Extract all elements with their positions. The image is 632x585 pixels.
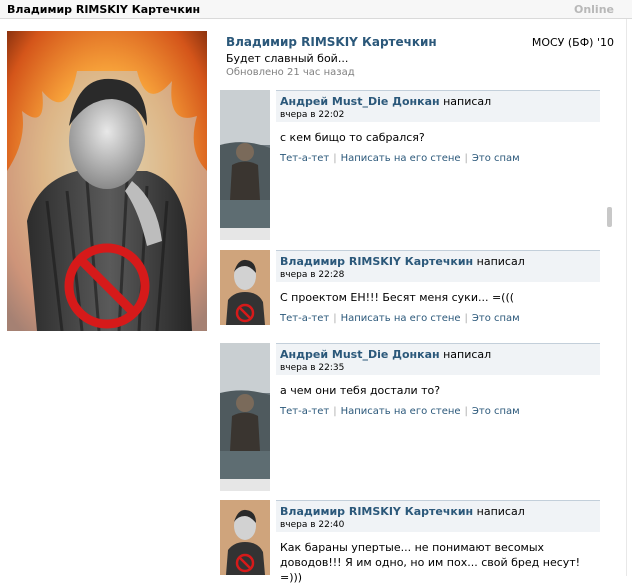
spam-link[interactable]: Это спам	[472, 313, 520, 324]
tete-a-tete-link[interactable]: Тет-а-тет	[280, 406, 329, 417]
post-author[interactable]: Владимир RIMSKIY Картечкин	[280, 505, 473, 518]
profile-name[interactable]: Владимир RIMSKIY Картечкин	[226, 35, 437, 49]
post-wrote: написал	[443, 95, 492, 108]
status-updated-time: Обновлено 21 час назад	[226, 67, 355, 78]
post-meta: Владимир RIMSKIY Картечкин написал вчера…	[276, 500, 600, 532]
post-text: а чем они тебя достали то?	[280, 384, 441, 397]
post-author-line: Андрей Must_Die Донкан написал	[280, 95, 491, 108]
profile-education[interactable]: МОСУ (БФ) '10	[532, 36, 614, 49]
post-body: Владимир RIMSKIY Картечкин написал вчера…	[276, 500, 600, 585]
separator: |	[464, 153, 468, 164]
post-author[interactable]: Владимир RIMSKIY Картечкин	[280, 255, 473, 268]
post-author-line: Владимир RIMSKIY Картечкин написал	[280, 505, 525, 518]
post-author[interactable]: Андрей Must_Die Донкан	[280, 348, 440, 361]
write-on-wall-link[interactable]: Написать на его стене	[341, 313, 461, 324]
post-author-line: Андрей Must_Die Донкан написал	[280, 348, 491, 361]
post-wrote: написал	[476, 505, 525, 518]
post-text: Как бараны упертые... не понимают весомы…	[280, 541, 581, 584]
post-wrote: написал	[443, 348, 492, 361]
post-text: с кем бищо то сабрался?	[280, 131, 425, 144]
post-text: С проектом ЕН!!! Бесят меня суки... =(((	[280, 291, 515, 304]
tete-a-tete-link[interactable]: Тет-а-тет	[280, 153, 329, 164]
wall-post: Владимир RIMSKIY Картечкин написал вчера…	[220, 250, 600, 330]
post-body: Андрей Must_Die Донкан написал вчера в 2…	[276, 90, 600, 164]
separator: |	[464, 406, 468, 417]
post-avatar[interactable]	[220, 250, 270, 325]
title-name: Владимир RIMSKIY Картечкин	[7, 3, 201, 16]
post-meta: Владимир RIMSKIY Картечкин написал вчера…	[276, 250, 600, 282]
online-status: Online	[573, 3, 614, 16]
separator: |	[464, 313, 468, 324]
post-body: Андрей Must_Die Донкан написал вчера в 2…	[276, 343, 600, 417]
wall-post: Владимир RIMSKIY Картечкин написал вчера…	[220, 500, 600, 584]
post-avatar[interactable]	[220, 500, 270, 575]
separator: |	[333, 406, 337, 417]
profile-photo[interactable]	[7, 31, 207, 331]
write-on-wall-link[interactable]: Написать на его стене	[341, 153, 461, 164]
profile-status: Будет славный бой...	[226, 52, 349, 65]
right-divider	[626, 19, 627, 576]
post-author-line: Владимир RIMSKIY Картечкин написал	[280, 255, 525, 268]
post-body: Владимир RIMSKIY Картечкин написал вчера…	[276, 250, 600, 324]
separator: |	[333, 153, 337, 164]
post-time[interactable]: вчера в 22:40	[280, 520, 344, 530]
post-meta: Андрей Must_Die Донкан написал вчера в 2…	[276, 90, 600, 122]
post-author[interactable]: Андрей Must_Die Донкан	[280, 95, 440, 108]
post-avatar[interactable]	[220, 343, 270, 491]
post-actions: Тет-а-тет | Написать на его стене | Это спам	[276, 145, 600, 164]
spam-link[interactable]: Это спам	[472, 153, 520, 164]
scrollbar[interactable]	[607, 207, 612, 227]
write-on-wall-link[interactable]: Написать на его стене	[341, 406, 461, 417]
post-meta: Андрей Must_Die Донкан написал вчера в 2…	[276, 343, 600, 375]
post-avatar[interactable]	[220, 90, 270, 240]
title-bar: Владимир RIMSKIY Картечкин Online	[0, 0, 632, 19]
post-time[interactable]: вчера в 22:02	[280, 110, 344, 120]
separator: |	[333, 313, 337, 324]
post-actions: Тет-а-тет | Написать на его стене | Это спам	[276, 305, 600, 324]
wall-post: Андрей Must_Die Донкан написал вчера в 2…	[220, 90, 600, 240]
post-time[interactable]: вчера в 22:28	[280, 270, 344, 280]
post-time[interactable]: вчера в 22:35	[280, 363, 344, 373]
post-wrote: написал	[476, 255, 525, 268]
spam-link[interactable]: Это спам	[472, 406, 520, 417]
post-actions: Тет-а-тет | Написать на его стене | Это спам	[276, 398, 600, 417]
tete-a-tete-link[interactable]: Тет-а-тет	[280, 313, 329, 324]
wall-post: Андрей Must_Die Донкан написал вчера в 2…	[220, 343, 600, 493]
